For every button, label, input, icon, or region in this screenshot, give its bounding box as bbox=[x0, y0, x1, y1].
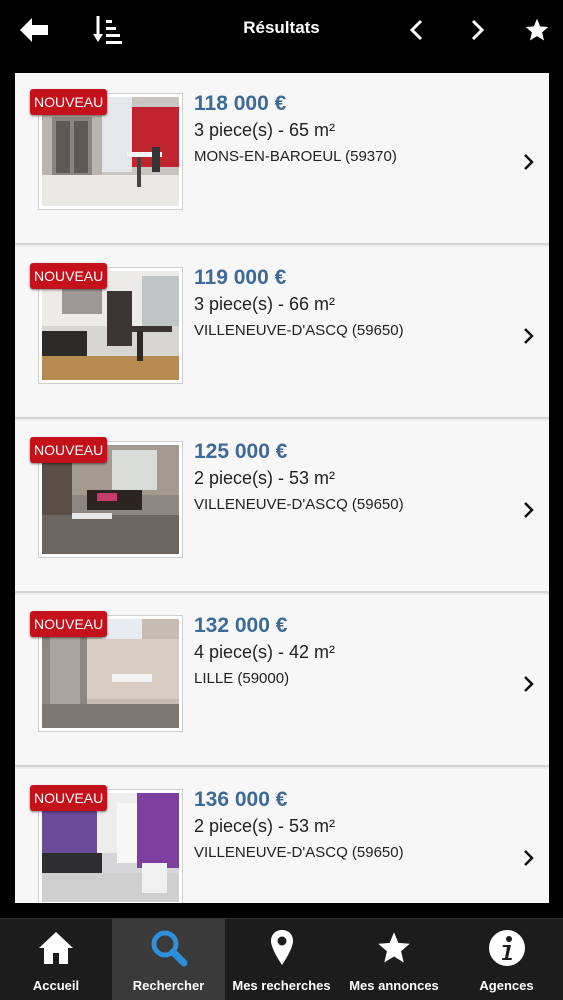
listing-rooms-area: 4 piece(s) - 42 m² bbox=[194, 642, 336, 662]
new-badge: NOUVEAU bbox=[30, 89, 108, 115]
new-badge: NOUVEAU bbox=[30, 611, 108, 637]
listing-city: VILLENEUVE-D'ASCQ (59650) bbox=[194, 322, 404, 339]
previous-button[interactable] bbox=[404, 10, 428, 50]
listing-rooms-area: 2 piece(s) - 53 m² bbox=[194, 816, 336, 836]
listing-price: 136 000 € bbox=[194, 788, 288, 811]
tab-label: Agences bbox=[479, 978, 534, 993]
chevron-right-icon bbox=[524, 502, 534, 518]
listing-card[interactable]: NOUVEAU 119 000 € 3 piece(s) - 66 m² VIL… bbox=[15, 247, 549, 419]
tab-agences[interactable]: Agences bbox=[450, 919, 563, 1000]
chevron-right-icon bbox=[524, 328, 534, 344]
new-badge: NOUVEAU bbox=[30, 263, 108, 289]
listing-city: VILLENEUVE-D'ASCQ (59650) bbox=[194, 496, 404, 513]
listing-city: LILLE (59000) bbox=[194, 670, 290, 687]
tab-mes-annonces[interactable]: Mes annonces bbox=[338, 919, 450, 1000]
listing-price: 119 000 € bbox=[194, 266, 287, 289]
home-icon bbox=[39, 932, 73, 964]
tab-accueil[interactable]: Accueil bbox=[0, 919, 112, 1000]
chevron-left-icon bbox=[409, 19, 423, 41]
new-badge: NOUVEAU bbox=[30, 437, 108, 463]
listing-rooms-area: 3 piece(s) - 66 m² bbox=[194, 294, 336, 314]
tab-label: Rechercher bbox=[132, 978, 205, 993]
listing-card[interactable]: NOUVEAU 125 000 € 2 piece(s) - 53 m² VIL… bbox=[15, 421, 549, 593]
info-icon bbox=[488, 930, 525, 966]
listing-price: 118 000 € bbox=[194, 92, 287, 115]
next-button[interactable] bbox=[466, 10, 490, 50]
favorite-button[interactable] bbox=[522, 10, 552, 50]
chevron-right-icon bbox=[471, 19, 485, 41]
results-list: NOUVEAU 118 000 € 3 piece(s) - 65 m² MON… bbox=[15, 73, 549, 903]
listing-card[interactable]: NOUVEAU 118 000 € 3 piece(s) - 65 m² MON… bbox=[15, 73, 549, 245]
top-nav-bar: Résultats bbox=[0, 0, 563, 60]
listing-price: 125 000 € bbox=[194, 440, 288, 463]
chevron-right-icon bbox=[524, 676, 534, 692]
listing-price: 132 000 € bbox=[194, 614, 288, 637]
listing-rooms-area: 3 piece(s) - 65 m² bbox=[194, 120, 336, 140]
app-screen: Résultats NOUVEAU 118 000 € 3 piece(s) -… bbox=[0, 0, 563, 1000]
listing-card[interactable]: NOUVEAU 136 000 € 2 piece(s) - 53 m² VIL… bbox=[15, 769, 549, 903]
tab-rechercher[interactable]: Rechercher bbox=[112, 919, 225, 1000]
tab-label: Mes recherches bbox=[232, 978, 331, 993]
chevron-right-icon bbox=[524, 850, 534, 866]
tab-mes-recherches[interactable]: Mes recherches bbox=[225, 919, 338, 1000]
listing-card[interactable]: NOUVEAU 132 000 € 4 piece(s) - 42 m² LIL… bbox=[15, 595, 549, 767]
bottom-tab-bar: Accueil Rechercher Mes recherches Mes an… bbox=[0, 918, 563, 1000]
star-icon bbox=[378, 932, 410, 963]
chevron-right-icon bbox=[524, 154, 534, 170]
new-badge: NOUVEAU bbox=[30, 785, 108, 811]
star-icon bbox=[525, 18, 549, 41]
listing-city: VILLENEUVE-D'ASCQ (59650) bbox=[194, 844, 404, 861]
tab-label: Mes annonces bbox=[349, 978, 439, 993]
map-pin-icon bbox=[270, 930, 293, 965]
tab-label: Accueil bbox=[32, 978, 80, 993]
search-icon bbox=[151, 930, 187, 967]
listing-city: MONS-EN-BAROEUL (59370) bbox=[194, 148, 397, 165]
listing-rooms-area: 2 piece(s) - 53 m² bbox=[194, 468, 336, 488]
